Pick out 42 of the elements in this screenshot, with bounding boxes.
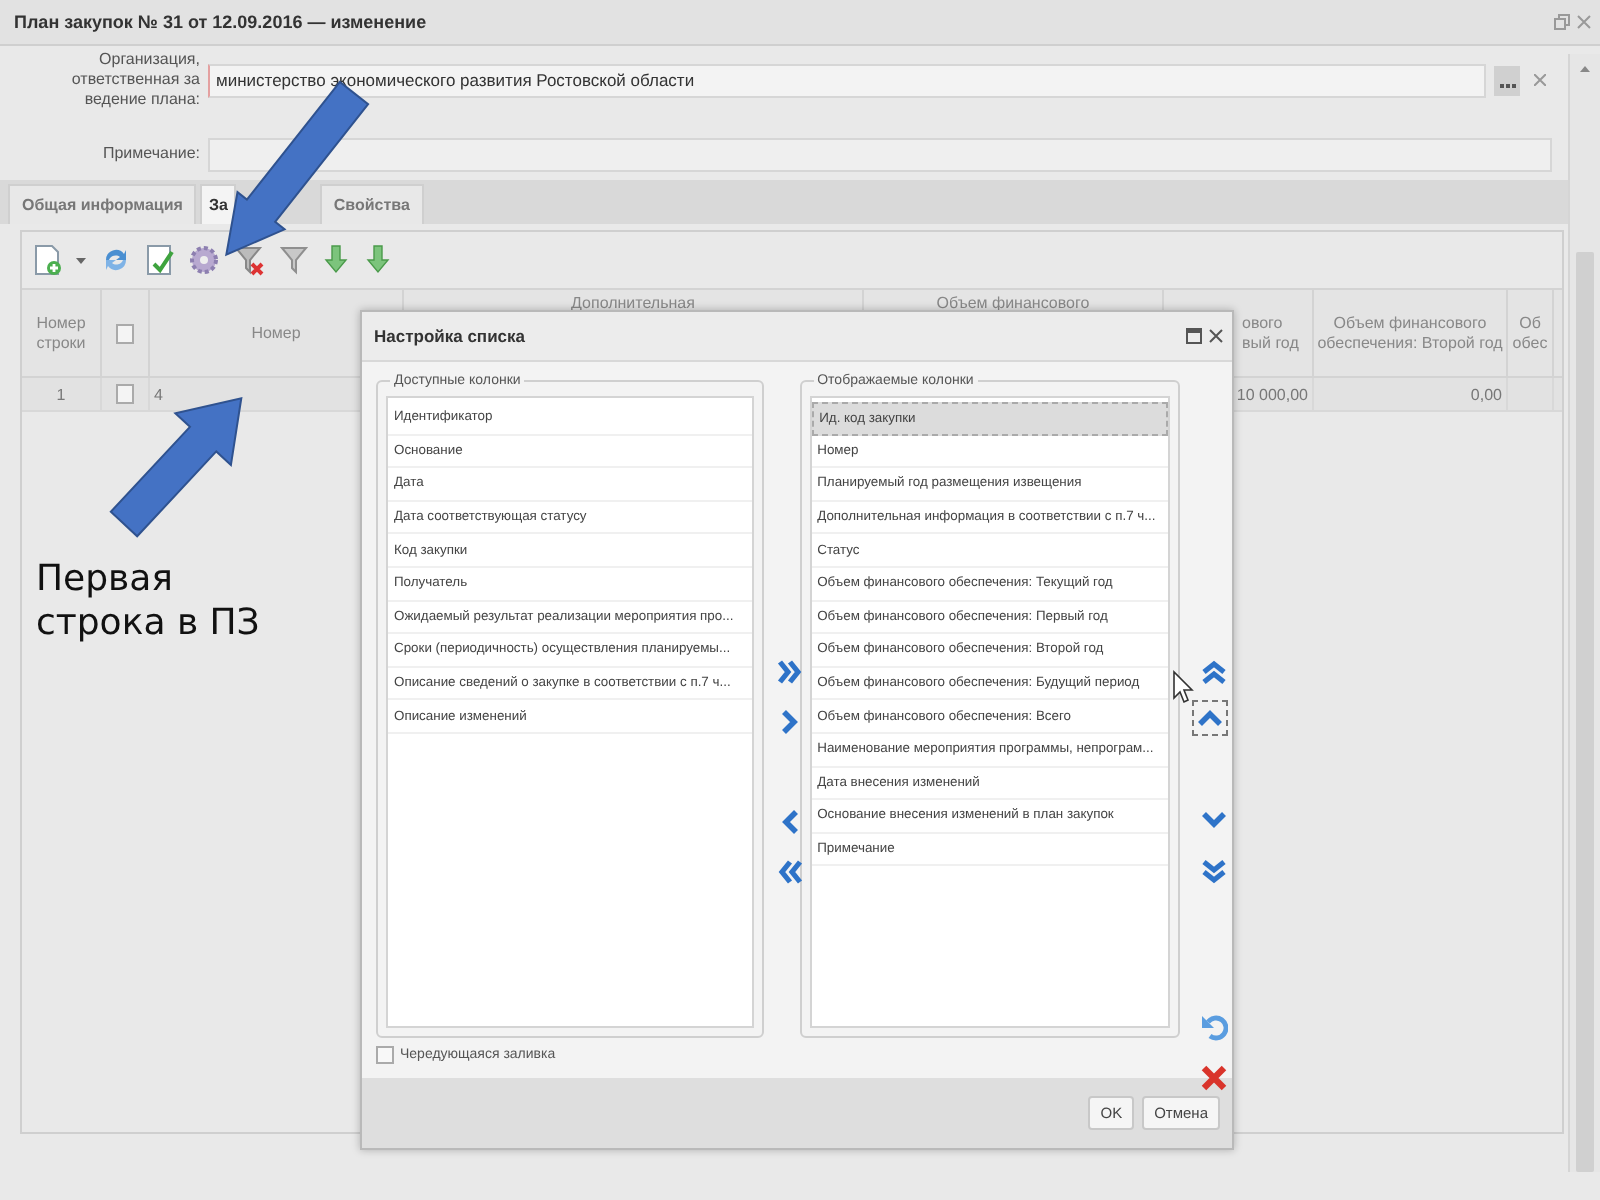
dialog-title: Настройка списка <box>374 326 528 346</box>
input-field[interactable]: министерство экономического развития Ростовской области <box>208 63 1486 97</box>
table-cell: 1 <box>56 385 66 403</box>
annotation-text: Первая строка в ПЗ <box>36 558 262 646</box>
move-top-icon[interactable] <box>1200 658 1229 686</box>
undo-icon[interactable] <box>1200 1014 1229 1042</box>
list-box[interactable] <box>386 396 754 1028</box>
caret-icon[interactable] <box>76 257 86 263</box>
maximize-icon[interactable] <box>1186 328 1202 344</box>
checkbox[interactable] <box>116 384 134 404</box>
tab[interactable]: За <box>200 184 236 224</box>
close-icon[interactable] <box>1208 328 1224 344</box>
delete-icon[interactable] <box>1200 1064 1229 1092</box>
list-box[interactable] <box>809 396 1171 1028</box>
move-all-right-icon[interactable] <box>775 658 804 686</box>
download-icon[interactable] <box>364 244 392 276</box>
table-cell: 4 <box>154 385 163 403</box>
window-title: План закупок № 31 от 12.09.2016 — изменение <box>14 12 429 32</box>
download-icon[interactable] <box>322 244 350 276</box>
field-label: Организация, ответственная за ведение плана: <box>69 50 200 110</box>
edit-document-icon[interactable] <box>146 244 174 276</box>
checkbox[interactable] <box>116 323 134 343</box>
field-label: Примечание: <box>100 144 200 164</box>
input-field[interactable] <box>208 137 1552 171</box>
filter-icon[interactable] <box>280 244 308 276</box>
move-all-left-icon[interactable] <box>775 858 804 886</box>
move-bottom-icon[interactable] <box>1200 858 1229 886</box>
checkbox[interactable] <box>376 1045 394 1063</box>
scrollbar-thumb[interactable] <box>1576 252 1594 1172</box>
tab[interactable]: Общая информация <box>8 184 197 224</box>
clear-filter-icon[interactable] <box>234 244 266 276</box>
gear-icon[interactable] <box>188 244 220 276</box>
tab[interactable]: Свойства <box>319 184 424 224</box>
ellipsis-icon[interactable] <box>1494 65 1520 95</box>
scroll-up-icon[interactable] <box>1580 66 1590 72</box>
add-document-icon[interactable] <box>34 244 62 276</box>
annotation-arrow <box>109 396 243 538</box>
table-cell: 10 000,00 <box>1236 385 1308 403</box>
refresh-icon[interactable] <box>100 244 132 276</box>
restore-icon[interactable] <box>1554 14 1570 30</box>
table-cell: 0,00 <box>1470 385 1502 403</box>
move-up-icon[interactable] <box>1196 704 1225 732</box>
